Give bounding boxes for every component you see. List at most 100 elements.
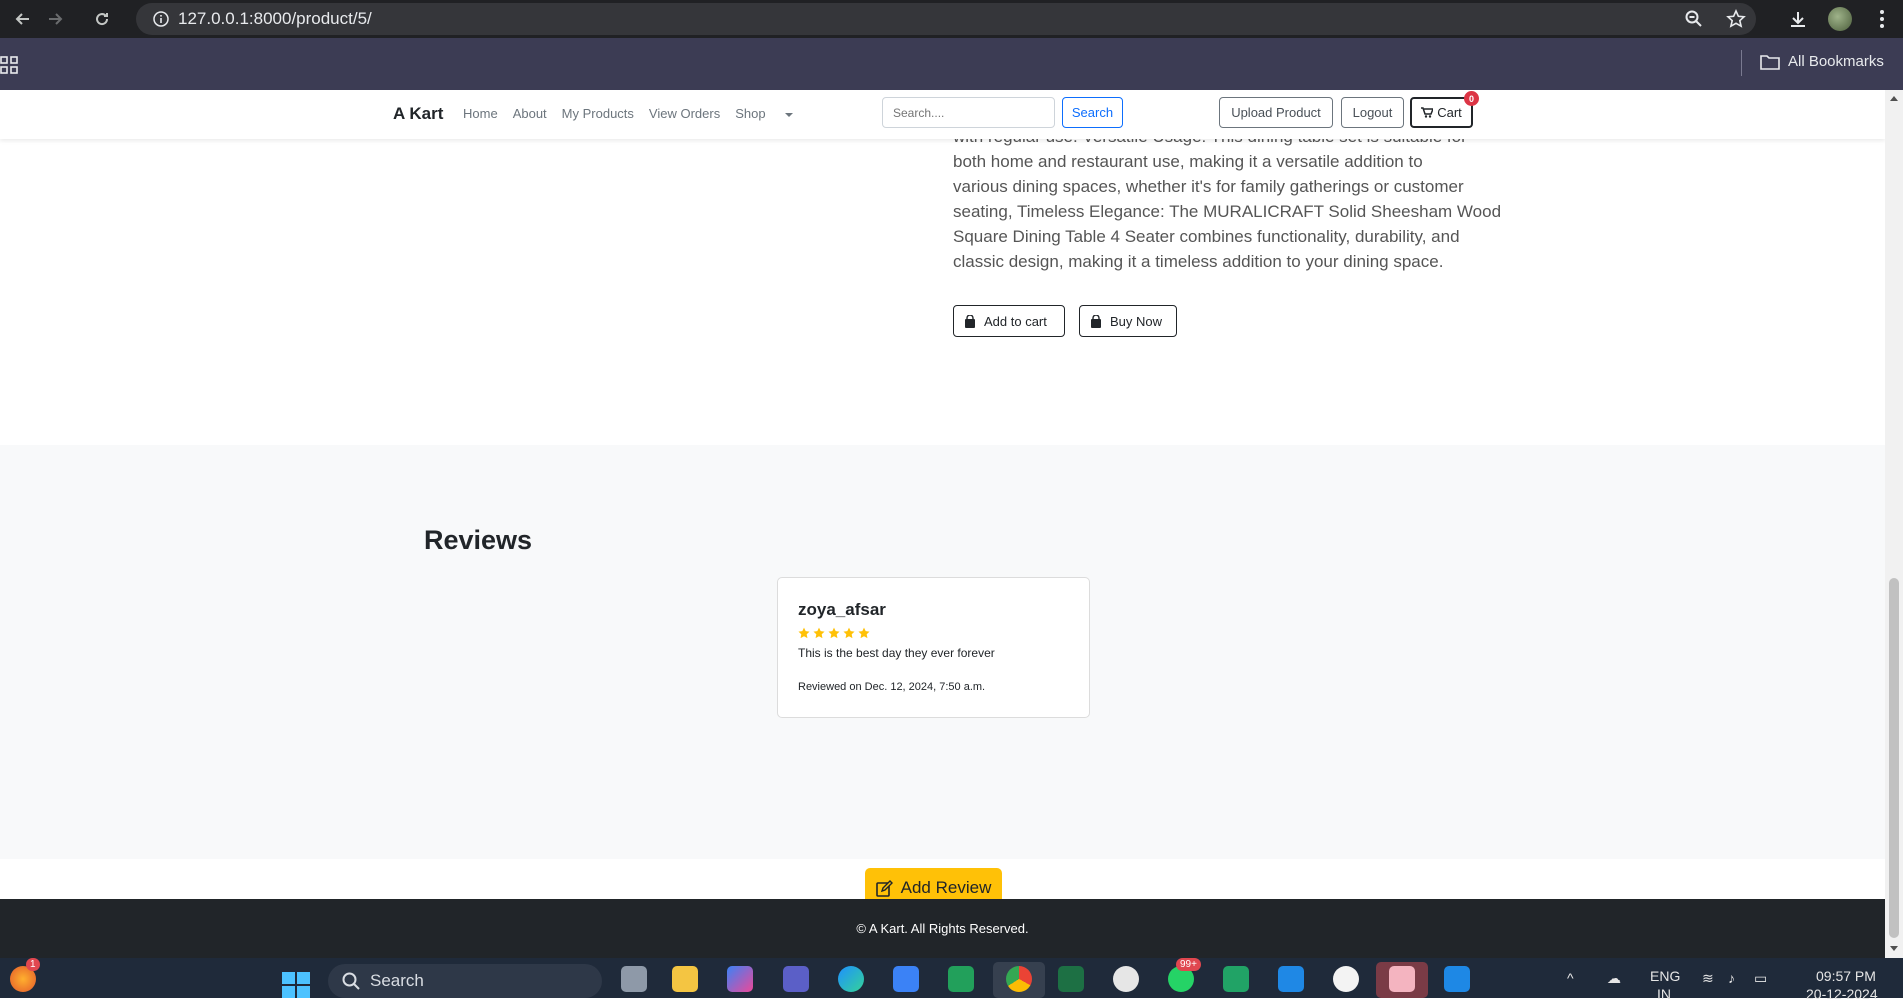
taskbar-search-label: Search	[370, 971, 424, 990]
add-review-label: Add Review	[900, 878, 992, 897]
cart-icon	[1421, 107, 1434, 118]
site-info-icon[interactable]	[144, 11, 178, 27]
scrollbar-thumb[interactable]	[1889, 578, 1899, 938]
description-line: classic design, making it a timeless add…	[953, 252, 1444, 271]
bookmarks-separator	[1741, 50, 1742, 76]
site-footer: © A Kart. All Rights Reserved.	[0, 899, 1885, 958]
buy-now-button[interactable]: Buy Now	[1079, 305, 1177, 337]
folder-icon	[1760, 54, 1780, 70]
forward-button[interactable]	[34, 0, 78, 38]
web-page: A Kart Home About My Products View Order…	[0, 90, 1885, 958]
bookmarks-bar: All Bookmarks	[0, 38, 1903, 90]
windows-taskbar: 1 Search 99+ ^ ☁ ENG IN ≋ ♪ ▭ 09:57 PM 2…	[0, 958, 1903, 1002]
product-description: with regular use. Versatile Usage: This …	[953, 124, 1502, 274]
scroll-down-icon[interactable]	[1890, 946, 1898, 951]
shopping-bag-icon	[965, 314, 975, 328]
cart-count-badge: 0	[1464, 91, 1479, 106]
excel-icon[interactable]	[1058, 966, 1084, 992]
add-to-cart-button[interactable]: Add to cart	[953, 305, 1065, 337]
firefox-notification-badge: 1	[26, 958, 40, 971]
browser-toolbar: 127.0.0.1:8000/product/5/	[0, 0, 1903, 38]
star-icon	[828, 627, 840, 639]
apps-grid-icon[interactable]	[0, 56, 18, 79]
nav-link-shop: Shop	[735, 106, 766, 121]
star-rating	[798, 627, 870, 639]
reviews-section: Reviews zoya_afsar This is the best day …	[0, 445, 1885, 908]
reload-button[interactable]	[80, 0, 124, 38]
task-view-icon[interactable]	[621, 966, 647, 992]
search-button[interactable]: Search	[1062, 97, 1123, 128]
chrome-icon[interactable]	[1006, 966, 1032, 992]
onedrive-icon[interactable]: ☁	[1607, 970, 1621, 987]
tray-chevron-up-icon[interactable]: ^	[1567, 970, 1574, 986]
copilot-icon[interactable]	[727, 966, 753, 992]
zoom-icon[interactable]	[1673, 10, 1715, 28]
page-scrollbar[interactable]	[1885, 90, 1903, 958]
back-arrow-icon	[15, 13, 29, 25]
github-icon[interactable]	[1333, 966, 1359, 992]
nav-link-home[interactable]: Home	[463, 106, 498, 121]
taskbar-search[interactable]: Search	[328, 964, 602, 998]
windows-start-icon[interactable]	[282, 972, 310, 998]
star-icon	[843, 627, 855, 639]
nav-dropdown-shop[interactable]: Shop	[735, 106, 807, 121]
description-line: various dining spaces, whether it's for …	[953, 177, 1464, 196]
nav-link-view-orders[interactable]: View Orders	[649, 106, 720, 121]
download-icon[interactable]	[1777, 10, 1819, 28]
star-icon	[813, 627, 825, 639]
wifi-icon[interactable]: ≋	[1702, 970, 1714, 987]
photos-icon[interactable]	[1278, 966, 1304, 992]
teams-icon[interactable]	[783, 966, 809, 992]
forward-arrow-icon	[49, 13, 63, 25]
battery-icon[interactable]: ▭	[1754, 970, 1767, 987]
snipping-tool-icon[interactable]	[1389, 966, 1415, 992]
lang-top[interactable]: ENG	[1650, 968, 1680, 984]
sheets-icon[interactable]	[948, 966, 974, 992]
buy-now-label: Buy Now	[1110, 313, 1163, 329]
logout-button[interactable]: Logout	[1341, 97, 1404, 128]
whatsapp-notification-badge: 99+	[1176, 958, 1201, 971]
edit-icon	[875, 879, 893, 897]
edge-icon[interactable]	[838, 966, 864, 992]
search-icon	[342, 972, 360, 990]
all-bookmarks-label: All Bookmarks	[1788, 53, 1884, 70]
site-brand[interactable]: A Kart	[393, 104, 443, 124]
shopping-bag-icon	[1091, 314, 1101, 328]
nav-link-about[interactable]: About	[513, 106, 547, 121]
address-bar[interactable]: 127.0.0.1:8000/product/5/	[136, 3, 1756, 35]
bookmark-star-icon[interactable]	[1715, 9, 1757, 29]
upload-product-button[interactable]: Upload Product	[1219, 97, 1333, 128]
store-icon[interactable]	[893, 966, 919, 992]
description-line: seating, Timeless Elegance: The MURALICR…	[953, 202, 1502, 221]
clock-time[interactable]: 09:57 PM	[1816, 968, 1876, 984]
site-navbar: A Kart Home About My Products View Order…	[0, 90, 1885, 139]
url-text: 127.0.0.1:8000/product/5/	[178, 9, 372, 28]
file-explorer-icon[interactable]	[672, 966, 698, 992]
cart-button[interactable]: Cart	[1410, 97, 1473, 128]
chatgpt-icon[interactable]	[1113, 966, 1139, 992]
scroll-up-icon[interactable]	[1890, 96, 1898, 101]
review-date: Reviewed on Dec. 12, 2024, 7:50 a.m.	[798, 681, 986, 693]
caret-down-icon	[784, 112, 793, 117]
reviewer-name: zoya_afsar	[798, 600, 886, 619]
review-text: This is the best day they ever forever	[798, 646, 995, 660]
reviews-heading: Reviews	[424, 525, 533, 555]
lang-bottom[interactable]: IN	[1657, 986, 1671, 1002]
review-card: zoya_afsar This is the best day they eve…	[777, 577, 1090, 718]
star-icon	[798, 627, 810, 639]
vscode-icon[interactable]	[1444, 966, 1470, 992]
sheets-plus-icon[interactable]	[1223, 966, 1249, 992]
add-to-cart-label: Add to cart	[984, 313, 1047, 329]
description-line: both home and restaurant use, making it …	[953, 152, 1423, 171]
volume-icon[interactable]: ♪	[1728, 970, 1735, 986]
description-line: Square Dining Table 4 Seater combines fu…	[953, 227, 1460, 246]
site-search-input[interactable]	[882, 97, 1055, 128]
all-bookmarks-button[interactable]: All Bookmarks	[1760, 53, 1884, 70]
reload-icon	[96, 13, 109, 26]
profile-avatar[interactable]	[1819, 7, 1861, 31]
footer-copyright: © A Kart. All Rights Reserved.	[856, 921, 1029, 936]
star-icon	[858, 627, 870, 639]
menu-kebab-icon[interactable]	[1861, 10, 1903, 28]
clock-date[interactable]: 20-12-2024	[1806, 986, 1878, 1002]
nav-link-my-products[interactable]: My Products	[562, 106, 634, 121]
